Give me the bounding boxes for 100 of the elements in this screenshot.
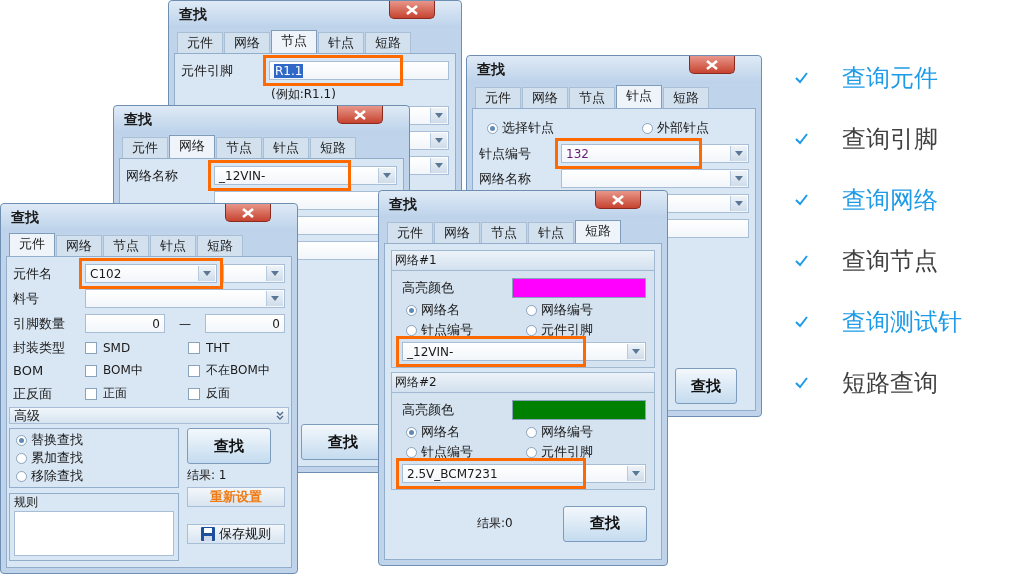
caret-icon (271, 296, 279, 301)
tab[interactable]: 节点 (103, 235, 149, 256)
dropdown-field[interactable] (223, 264, 285, 283)
tab[interactable]: 节点 (569, 87, 615, 108)
text-field[interactable]: R1.1 (269, 61, 449, 80)
tab[interactable]: 节点 (481, 222, 527, 243)
dropdown-field[interactable]: 2.5V_BCM7231 (402, 464, 646, 483)
save-rules-button[interactable]: 保存规则 (187, 524, 285, 544)
tab[interactable]: 元件 (475, 87, 521, 108)
tab[interactable]: 网络 (224, 32, 270, 53)
tab[interactable]: 短路 (310, 137, 356, 158)
tab[interactable]: 节点 (271, 30, 317, 53)
tab[interactable]: 短路 (575, 220, 621, 243)
check-icon (795, 132, 808, 145)
close-icon (242, 207, 254, 218)
tab[interactable]: 针点 (616, 85, 662, 108)
checkbox-option[interactable]: BOM中 (85, 362, 182, 379)
radio-option[interactable]: 网络名 (406, 301, 526, 319)
tab[interactable]: 网络 (434, 222, 480, 243)
close-button[interactable] (337, 106, 383, 124)
radio-option[interactable]: 网络名 (406, 423, 526, 441)
close-button[interactable] (689, 56, 735, 74)
radio-option[interactable]: 外部针点 (642, 119, 709, 137)
radio-option[interactable]: 替换查找 (16, 431, 172, 449)
caret-icon (435, 113, 443, 118)
dropdown-button[interactable] (730, 146, 747, 161)
dropdown-button[interactable] (730, 196, 747, 211)
tab[interactable]: 针点 (528, 222, 574, 243)
find-button[interactable]: 查找 (675, 368, 737, 404)
checkbox-option[interactable]: 不在BOM中 (188, 362, 285, 379)
tab[interactable]: 针点 (263, 137, 309, 158)
dropdown-field[interactable]: _12VIN- (402, 342, 646, 361)
number-field[interactable]: 0 (205, 314, 285, 333)
checkbox-option[interactable]: THT (188, 340, 285, 355)
radio-option[interactable]: 网络编号 (526, 301, 646, 319)
dropdown-button[interactable] (266, 266, 283, 281)
dropdown-button[interactable] (198, 266, 215, 281)
dropdown-button[interactable] (627, 466, 644, 481)
tab[interactable]: 元件 (177, 32, 223, 53)
caret-icon (632, 349, 640, 354)
tab[interactable]: 元件 (387, 222, 433, 243)
feature-text: 查询网络 (842, 184, 938, 216)
tab[interactable]: 网络 (169, 135, 215, 158)
caret-icon (735, 151, 743, 156)
close-icon (706, 59, 718, 70)
color-swatch[interactable] (512, 277, 646, 298)
color-swatch[interactable] (512, 399, 646, 420)
field-label: 针点编号 (479, 144, 532, 163)
radio-option[interactable]: 针点编号 (406, 321, 526, 339)
checkbox-option[interactable]: 反面 (188, 385, 285, 402)
dropdown-button[interactable] (430, 158, 447, 173)
dropdown-field[interactable] (85, 289, 285, 308)
dropdown-button[interactable] (266, 291, 283, 306)
number-field[interactable]: 0 (85, 314, 165, 333)
field-label: 元件名 (13, 264, 53, 283)
dropdown-button[interactable] (730, 171, 747, 186)
dropdown-button[interactable] (430, 133, 447, 148)
dropdown-field[interactable]: _12VIN- (214, 166, 397, 185)
tab[interactable]: 短路 (197, 235, 243, 256)
radio-option[interactable]: 选择针点 (487, 119, 554, 137)
check-icon (795, 193, 808, 206)
dropdown-field[interactable]: 132 (561, 144, 749, 163)
radio-option[interactable]: 元件引脚 (526, 443, 646, 461)
find-button[interactable]: 查找 (563, 505, 647, 542)
dropdown-button[interactable] (430, 108, 447, 123)
advanced-bar[interactable]: 高级 (9, 407, 289, 424)
radio-option[interactable]: 网络编号 (526, 423, 646, 441)
tab[interactable]: 元件 (122, 137, 168, 158)
feature-text: 查询引脚 (842, 123, 938, 155)
range-dash: — (178, 316, 192, 331)
close-button[interactable] (225, 204, 271, 222)
tab[interactable]: 针点 (318, 32, 364, 53)
tab[interactable]: 网络 (522, 87, 568, 108)
find-button[interactable]: 查找 (187, 428, 271, 464)
tab[interactable]: 网络 (56, 235, 102, 256)
radio-option[interactable]: 累加查找 (16, 449, 172, 467)
result-text: 结果:0 (477, 515, 513, 532)
caret-icon (735, 201, 743, 206)
dropdown-field[interactable]: C102 (85, 264, 217, 283)
dropdown-field[interactable] (561, 169, 749, 188)
radio-option[interactable]: 元件引脚 (526, 321, 646, 339)
window-title: 查找 (389, 195, 417, 214)
close-button[interactable] (595, 191, 641, 209)
dropdown-button[interactable] (627, 344, 644, 359)
radio-option[interactable]: 针点编号 (406, 443, 526, 461)
tab[interactable]: 短路 (663, 87, 709, 108)
radio-option[interactable]: 移除查找 (16, 467, 172, 485)
expand-icon[interactable] (276, 411, 284, 420)
caret-icon (383, 173, 391, 178)
checkbox-option[interactable]: 正面 (85, 385, 182, 402)
field-label: BOM (13, 363, 45, 378)
close-button[interactable] (389, 1, 435, 19)
tab[interactable]: 短路 (365, 32, 411, 53)
checkbox-option[interactable]: SMD (85, 340, 182, 355)
tab[interactable]: 元件 (9, 233, 55, 256)
tab[interactable]: 节点 (216, 137, 262, 158)
tab[interactable]: 针点 (150, 235, 196, 256)
caret-icon (271, 271, 279, 276)
dropdown-button[interactable] (378, 168, 395, 183)
window-title: 查找 (124, 110, 152, 129)
